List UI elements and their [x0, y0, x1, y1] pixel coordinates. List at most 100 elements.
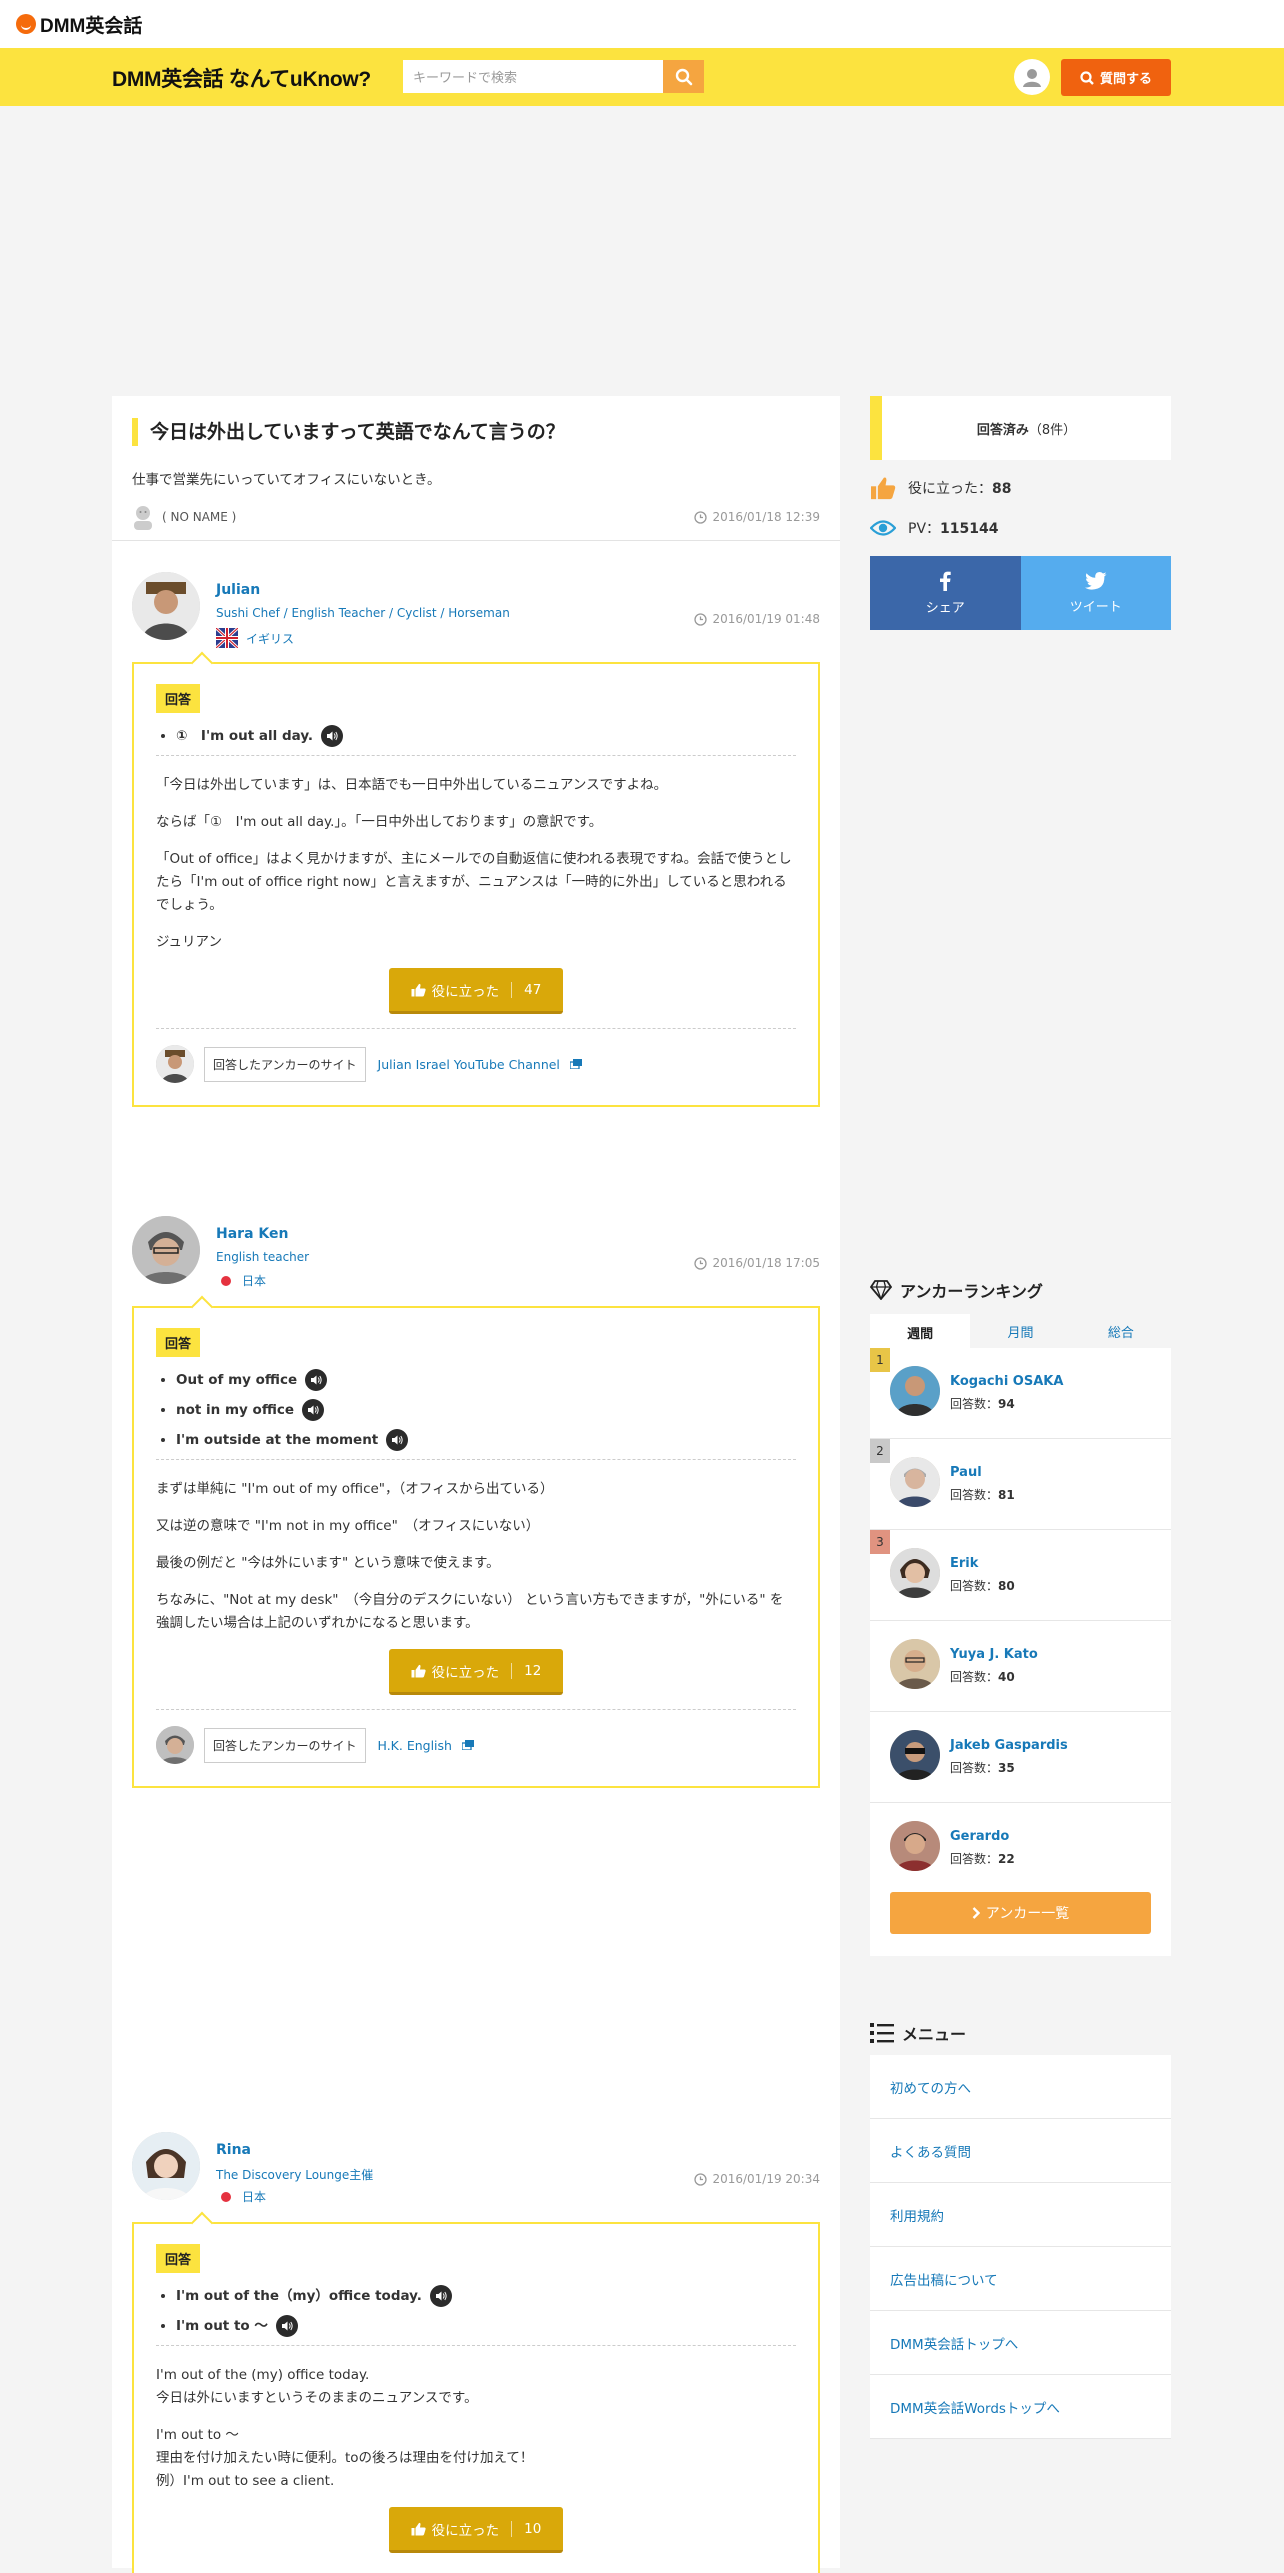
avatar [890, 1457, 940, 1507]
speaker-icon[interactable] [275, 2315, 298, 2337]
ranking-count: 回答数：35 [950, 1759, 1015, 1776]
ranking-item[interactable]: Yuya J. Kato 回答数：40 [870, 1621, 1171, 1712]
helpful-button[interactable]: 役に立った 47 [389, 968, 563, 1014]
ranking-title: アンカーランキング [870, 1278, 1171, 1302]
answer-card: Rina The Discovery Lounge主催 日本 2016/01/1… [132, 2132, 820, 2573]
ranking-item[interactable]: Jakeb Gaspardis 回答数：35 [870, 1712, 1171, 1803]
thumbs-up-icon [411, 1664, 426, 1677]
anchor-site-link[interactable]: H.K. English [378, 1738, 452, 1753]
tab-overall[interactable]: 総合 [1071, 1314, 1171, 1348]
tweet-label: ツイート [1069, 599, 1122, 615]
phrase-text: I'm out of the（my）office today. [176, 2288, 422, 2304]
answer-paragraph: 「Out of office」はよく見かけますが、主にメールでの自動返信に使われ… [156, 851, 792, 913]
rank-number [870, 1712, 890, 1736]
answered-label: 回答済み [976, 422, 1029, 438]
phrase-list: Out of my office not in my office I'm ou… [156, 1369, 796, 1451]
ranking-name: Gerardo [950, 1829, 1010, 1844]
site-logo[interactable]: DMM英会話 [16, 11, 142, 38]
menu-item[interactable]: DMM英会話Wordsトップへ [870, 2375, 1171, 2439]
question-section: 今日は外出していますって英語でなんて言うの？ 仕事で営業先にいっていてオフィスに… [112, 396, 840, 530]
external-link-icon [461, 1740, 474, 1750]
uk-flag-icon [216, 628, 238, 648]
answer-badge: 回答 [156, 2244, 201, 2273]
answer-line: 理由を付け加えたい時に便利。toの後ろは理由を付け加えて！ [156, 2450, 534, 2466]
phrase-text: I'm out to 〜 [176, 2318, 268, 2334]
ranking-count: 回答数：80 [950, 1577, 1015, 1594]
helpful-button[interactable]: 役に立った 12 [389, 1649, 563, 1695]
ranking-item[interactable]: 3 Erik 回答数：80 [870, 1530, 1171, 1621]
ranking-item[interactable]: Gerardo 回答数：22 [870, 1803, 1171, 1894]
answer-box: 回答 ① I'm out all day. 「今日は外出しています」は、日本語で… [132, 662, 820, 1107]
speaker-icon[interactable] [321, 725, 344, 747]
answer-paragraph: ジュリアン [156, 934, 223, 950]
avatar[interactable] [132, 1216, 200, 1284]
answer-time: 2016/01/19 20:34 [694, 2172, 820, 2186]
speaker-icon[interactable] [429, 2285, 452, 2307]
avatar[interactable] [132, 2132, 200, 2200]
external-link-icon [569, 1059, 582, 1069]
divider [112, 540, 840, 541]
answer-paragraph: I'm out to 〜理由を付け加えたい時に便利。toの後ろは理由を付け加えて… [156, 2424, 796, 2493]
avatar [156, 1726, 194, 1764]
facebook-share-button[interactable]: シェア [870, 556, 1021, 630]
menu-item[interactable]: 利用規約 [870, 2183, 1171, 2247]
search-button[interactable] [663, 60, 704, 93]
ranking-item[interactable]: 2 Paul 回答数：81 [870, 1439, 1171, 1530]
phrase-item: I'm outside at the moment [176, 1429, 796, 1451]
anchor-title: English teacher [216, 1250, 310, 1264]
phrase-text: ① I'm out all day. [176, 728, 314, 744]
answer-box: 回答 I'm out of the（my）office today. I'm o… [132, 2222, 820, 2573]
tab-monthly[interactable]: 月間 [970, 1314, 1070, 1348]
anchor-name[interactable]: Rina [216, 2142, 251, 2158]
anchor-site-link[interactable]: Julian Israel YouTube Channel [378, 1057, 560, 1072]
speaker-icon[interactable] [386, 1429, 409, 1451]
user-avatar-button[interactable] [1014, 59, 1050, 95]
ranking-count-value: 35 [998, 1761, 1015, 1775]
menu-item[interactable]: 初めての方へ [870, 2055, 1171, 2119]
search-icon [675, 68, 692, 85]
answer-card: Hara Ken English teacher 日本 2016/01/18 1… [132, 1216, 820, 1788]
share-label: シェア [925, 600, 965, 616]
twitter-share-button[interactable]: ツイート [1020, 556, 1171, 630]
anchor-name[interactable]: Julian [216, 582, 260, 598]
rank-number [870, 1803, 890, 1827]
anchor-name[interactable]: Hara Ken [216, 1226, 288, 1242]
avatar[interactable] [132, 572, 200, 640]
answer-box: 回答 Out of my office not in my office I'm… [132, 1306, 820, 1788]
ranking-count-label: 回答数： [950, 1579, 999, 1593]
search-input[interactable]: キーワードで検索 [403, 60, 663, 93]
thumbs-up-icon [411, 2522, 426, 2535]
menu-item[interactable]: DMM英会話トップへ [870, 2311, 1171, 2375]
search-icon [1080, 70, 1094, 85]
phrase-item: I'm out of the（my）office today. [176, 2285, 796, 2307]
ranking-item[interactable]: 1 Kogachi OSAKA 回答数：94 [870, 1348, 1171, 1439]
user-icon [1023, 69, 1041, 87]
tab-weekly[interactable]: 週間 [870, 1314, 971, 1348]
facebook-icon [940, 571, 951, 591]
ranking-count-value: 22 [998, 1852, 1015, 1866]
brand-logo[interactable]: DMM英会話 なんてuKnow? [112, 63, 371, 93]
answer-paragraph: ならば「① I'm out all day.」。「一日中外出しております」の意訳… [156, 814, 603, 830]
clock-icon [694, 1256, 708, 1270]
anchor-title: Sushi Chef / English Teacher / Cyclist /… [216, 606, 510, 620]
helpful-label: 役に立った [431, 2522, 500, 2539]
phrase-item: Out of my office [176, 1369, 796, 1391]
menu-item[interactable]: よくある質問 [870, 2119, 1171, 2183]
anchor-country-name: イギリス [246, 631, 295, 646]
answer-line: 今日は外にいますというそのままのニュアンスです。 [156, 2390, 478, 2406]
menu-item[interactable]: 広告出稿について [870, 2247, 1171, 2311]
helpful-button[interactable]: 役に立った 10 [389, 2507, 563, 2553]
ask-question-button[interactable]: 質問する [1061, 59, 1171, 96]
list-icon [870, 2023, 894, 2043]
ranking-count: 回答数：22 [950, 1850, 1015, 1867]
anonymous-user-icon [134, 506, 152, 530]
eye-icon [870, 520, 896, 536]
speaker-icon[interactable] [305, 1369, 328, 1391]
ranking-title-text: アンカーランキング [900, 1282, 1043, 1301]
main-content: 今日は外出していますって英語でなんて言うの？ 仕事で営業先にいっていてオフィスに… [112, 396, 840, 2573]
phrase-text: I'm outside at the moment [176, 1432, 379, 1448]
anchor-list-button[interactable]: アンカー一覧 [890, 1892, 1151, 1934]
anchor-country-name: 日本 [242, 1274, 267, 1288]
ranking-count: 回答数：94 [950, 1395, 1015, 1412]
speaker-icon[interactable] [302, 1399, 325, 1421]
